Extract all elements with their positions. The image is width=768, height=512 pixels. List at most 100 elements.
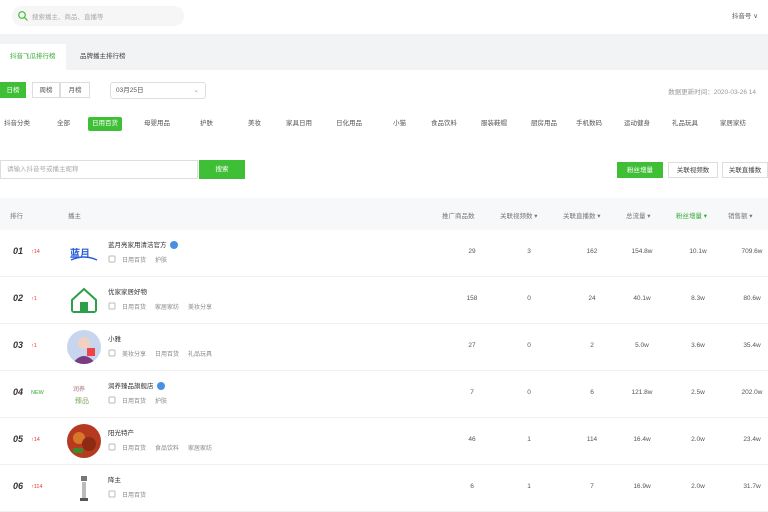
category-tag: 护肤 [155, 258, 168, 264]
cell-sales: 35.4w [743, 342, 761, 349]
influencer-name[interactable]: 降主 [108, 474, 121, 484]
category-tag: 日用百货 [122, 258, 147, 264]
avatar[interactable] [67, 424, 101, 458]
cell-fans: 3.6w [691, 342, 705, 349]
period-month-button[interactable]: 月榜 [60, 82, 90, 98]
date-picker[interactable]: 03月25日 ⌄ [110, 82, 206, 99]
col-traffic[interactable]: 总流量 ▾ [626, 210, 651, 220]
category-digital[interactable]: 手机数码 [572, 117, 606, 131]
avatar[interactable] [67, 330, 101, 364]
cell-lives: 7 [590, 483, 594, 490]
influencer-name[interactable]: 蓝月亮家用清洁官方 [108, 239, 178, 250]
category-label: 抖音分类 [4, 120, 30, 127]
cell-sales: 31.7w [743, 483, 761, 490]
rank-number: 03 [13, 340, 24, 350]
cell-lives: 2 [590, 342, 594, 349]
category-textile[interactable]: 家居家纺 [716, 117, 750, 131]
rank-change: NEW [31, 390, 44, 396]
rank-number: 05 [13, 434, 24, 444]
category-kitchen[interactable]: 厨房用品 [527, 117, 561, 131]
sort-fans-button[interactable]: 粉丝增量 [617, 162, 663, 178]
category-cat[interactable]: 小猫 [389, 117, 410, 131]
influencer-name[interactable]: 优家家居好物 [108, 286, 147, 296]
category-sport[interactable]: 运动健身 [620, 117, 654, 131]
category-tag: 护肤 [155, 399, 168, 405]
search-input[interactable]: 搜索播主、商品、直播等 [32, 11, 104, 21]
search-box[interactable]: 搜索播主、商品、直播等 [12, 6, 184, 26]
category-chem[interactable]: 日化用品 [332, 117, 366, 131]
svg-text:润养: 润养 [73, 385, 85, 393]
cell-fans: 2.0w [691, 436, 705, 443]
account-menu[interactable]: 抖音号 ∨ [732, 10, 758, 20]
tag-icon [108, 490, 116, 498]
table-header: 排行 播主 推广商品数 关联视频数 ▾ 关联直播数 ▾ 总流量 ▾ 粉丝增量 ▾… [0, 198, 768, 230]
avatar[interactable] [67, 283, 101, 317]
category-food[interactable]: 食品饮料 [427, 117, 461, 131]
cell-videos: 0 [527, 389, 531, 396]
category-daily-goods[interactable]: 日用百货 [88, 117, 122, 131]
table-row[interactable]: 04 NEW 润养 臻品 润养臻品旗舰店 日用百货 护肤 7 0 6 121.8w 2.5w 202.0… [0, 371, 768, 418]
col-goods[interactable]: 推广商品数 [442, 210, 475, 220]
verified-badge-icon [169, 241, 178, 250]
category-clothes[interactable]: 服装鞋帽 [477, 117, 511, 131]
table-row[interactable]: 03 ↑1 小雅 美妆分享 日用百货 礼品玩具 27 0 2 5.0w 3.6w 35.4w [0, 324, 768, 371]
col-sales[interactable]: 销售额 ▾ [728, 210, 753, 220]
category-home[interactable]: 家具日用 [282, 117, 316, 131]
verified-badge-icon [156, 382, 165, 391]
avatar[interactable]: 润养 臻品 [67, 377, 101, 411]
category-baby[interactable]: 母婴用品 [140, 117, 174, 131]
cell-traffic: 121.8w [631, 389, 653, 396]
table-row[interactable]: 02 ↑1 优家家居好物 日用百货 家居家纺 美妆分享 158 0 24 40.1w 8.3w 80.… [0, 277, 768, 324]
cell-traffic: 40.1w [633, 295, 651, 302]
rank-change: ↑114 [31, 484, 43, 490]
category-tags: 日用百货 护肤 [122, 396, 176, 405]
tag-icon [108, 349, 116, 357]
category-gift[interactable]: 礼品玩具 [668, 117, 702, 131]
table-row[interactable]: 05 ↑14 阳光特产 日用百货 食品饮料 家居家纺 46 1 114 16.4w 2.0w 23.4… [0, 418, 768, 465]
category-tag: 家居家纺 [155, 305, 180, 311]
col-lives[interactable]: 关联直播数 ▾ [563, 210, 601, 220]
tab-brand-rank[interactable]: 品牌播主排行榜 [70, 44, 136, 70]
cell-videos: 1 [527, 436, 531, 443]
category-tag: 食品饮料 [155, 446, 180, 452]
chevron-down-icon: ⌄ [193, 87, 199, 94]
cell-goods: 7 [470, 389, 474, 396]
cell-sales: 80.6w [743, 295, 761, 302]
table-row[interactable]: 06 ↑114 降主 日用百货 6 1 7 16.9w 2.0w 31.7w [0, 465, 768, 512]
cell-lives: 114 [586, 436, 598, 443]
period-week-button[interactable]: 周榜 [32, 82, 60, 98]
category-tag: 日用百货 [155, 352, 180, 358]
avatar[interactable]: 蓝月 [67, 236, 101, 270]
col-videos[interactable]: 关联视频数 ▾ [500, 210, 538, 220]
sort-lives-button[interactable]: 关联直播数 [722, 162, 768, 178]
rank-number: 01 [13, 246, 24, 256]
category-skincare[interactable]: 护肤 [196, 117, 217, 131]
period-day-button[interactable]: 日榜 [0, 82, 26, 98]
table-row[interactable]: 01 ↑14 蓝月 蓝月亮家用清洁官方 日用百货 护肤 29 3 162 154.8w 10.1w 7… [0, 230, 768, 277]
sort-videos-button[interactable]: 关联视频数 [668, 162, 718, 178]
category-tags: 日用百货 食品饮料 家居家纺 [122, 443, 221, 452]
svg-text:蓝月: 蓝月 [70, 247, 90, 260]
search-icon [18, 11, 28, 21]
influencer-name[interactable]: 小雅 [108, 333, 121, 343]
svg-text:臻品: 臻品 [75, 396, 89, 405]
category-tag: 日用百货 [122, 399, 147, 405]
update-time: 数据更新时间：2020-03-26 14 [668, 89, 756, 96]
tag-icon [108, 255, 116, 263]
cell-lives: 24 [588, 295, 596, 302]
category-makeup[interactable]: 美妆 [244, 117, 265, 131]
cell-fans: 8.3w [691, 295, 705, 302]
category-tags: 日用百货 家居家纺 美妆分享 [122, 302, 221, 311]
category-tags: 日用百货 护肤 [122, 255, 176, 264]
category-all[interactable]: 全部 [53, 117, 74, 131]
col-influencer: 播主 [68, 213, 81, 220]
cell-traffic: 5.0w [635, 342, 649, 349]
search-button[interactable]: 搜索 [199, 160, 245, 179]
col-fans[interactable]: 粉丝增量 ▾ [676, 210, 707, 220]
influencer-name[interactable]: 润养臻品旗舰店 [108, 380, 165, 391]
avatar[interactable] [67, 471, 101, 505]
influencer-name[interactable]: 阳光特产 [108, 427, 134, 437]
tab-douyin-rank[interactable]: 抖音飞瓜排行榜 [0, 44, 66, 70]
rank-change: ↑1 [31, 343, 37, 349]
keyword-input[interactable]: 请输入抖音号或播主昵称 [0, 160, 198, 179]
